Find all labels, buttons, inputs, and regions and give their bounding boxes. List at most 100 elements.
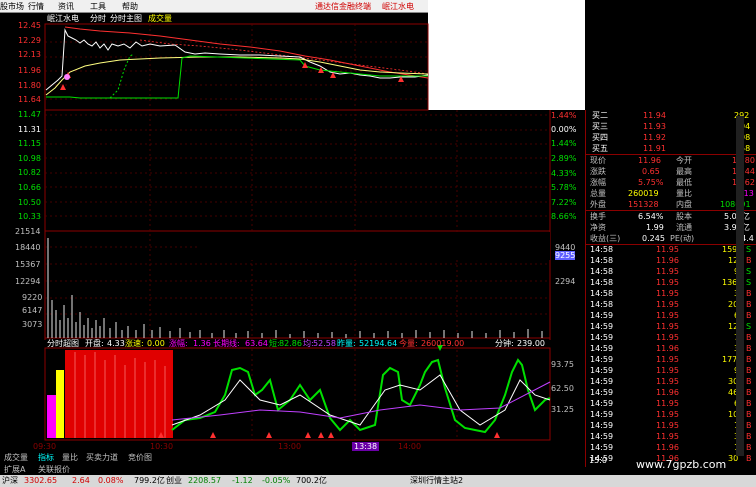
stat-value: 0.245 [642, 234, 665, 243]
volume-tick: 12294 [15, 277, 41, 286]
tick-list-scrollbar[interactable] [736, 116, 744, 456]
tick-price: 11.95 [656, 289, 679, 298]
list-item: 14:5911.961B [586, 442, 756, 453]
tick-side: B [746, 256, 752, 265]
tick-side: B [746, 410, 752, 419]
bid-price: 11.91 [643, 144, 666, 153]
indicator-value: 52.58 [313, 339, 336, 348]
list-item: 14:5811.953B [586, 288, 756, 299]
stat-label: 量比 [676, 189, 692, 198]
price-tick: 10.50 [18, 198, 41, 207]
tick-side: B [746, 443, 752, 452]
bid-label: 买五 [592, 144, 608, 153]
index-value: 2208.57 [188, 476, 222, 485]
time-tick: 14:00 [398, 442, 422, 451]
stat-value: 5.75% [638, 178, 664, 187]
occluding-window [428, 0, 585, 110]
stat-label: 涨跌 [590, 167, 606, 176]
volume-tick: 18440 [15, 243, 41, 252]
volume-tick-right: 2294 [555, 277, 576, 286]
stat-label: 外盘 [590, 200, 606, 209]
tick-price: 11.95 [656, 267, 679, 276]
list-item: 14:5911.956B [586, 310, 756, 321]
indicator-tick: 62.50 [551, 384, 574, 393]
price-tick: 12.13 [18, 50, 41, 59]
tab-indicator[interactable]: 指标 [38, 453, 54, 462]
list-item: 14:58 11.95 20 B [586, 299, 756, 310]
tick-side: B [746, 311, 752, 320]
indicator-tick: 93.75 [551, 360, 574, 369]
pct-tick: 8.66% [551, 212, 577, 221]
tick-price: 11.95 [656, 311, 679, 320]
indicator-value: 1.36 [193, 339, 211, 348]
stat-label: 今开 [676, 156, 692, 165]
indicator-label: 涨速: [125, 339, 144, 348]
indicator-name: 分时超图 [47, 339, 79, 348]
tab-extension-a[interactable]: 扩展A [4, 465, 25, 474]
tick-price: 11.95 [656, 300, 679, 309]
index-label: 创业 [166, 476, 182, 485]
tick-time: 14:59 [590, 377, 614, 386]
tick-price: 11.95 [656, 399, 679, 408]
quote-panel: 买二 11.94 292 买三 11.93 94 买四 11.92 98 买五 … [585, 110, 756, 467]
tick-side: B [746, 289, 752, 298]
stat-label: 流通 [676, 223, 692, 232]
watermark: www.7gpzb.com [636, 458, 727, 471]
list-item: 14:5811.959S [586, 266, 756, 277]
tick-time: 14:59 [590, 355, 614, 364]
list-item: 14:5911.963B [586, 343, 756, 354]
tick-price: 11.95 [656, 377, 679, 386]
list-item: 14:5911.953B [586, 431, 756, 442]
price-tick: 11.47 [18, 110, 41, 119]
tick-volume: 159 [722, 245, 738, 254]
stat-value: 260019 [628, 189, 659, 198]
index-pct: 0.08% [98, 476, 124, 485]
list-item: 14:5911.951B [586, 420, 756, 431]
tick-time: 14:59 [590, 366, 614, 375]
tick-side: B [746, 377, 752, 386]
price-tick: 12.29 [18, 36, 41, 45]
price-tick: 10.98 [18, 154, 41, 163]
indicator-label: 今量: [399, 339, 418, 348]
intraday-chart [44, 0, 585, 441]
pct-tick: 1.44% [551, 139, 577, 148]
time-tick: 09:30 [33, 442, 57, 451]
pct-tick: 1.44% [551, 111, 577, 120]
pct-tick: 5.78% [551, 183, 577, 192]
tick-price: 11.95 [656, 355, 679, 364]
indicator-value: 4.33 [107, 339, 125, 348]
index-pct: -0.05% [262, 476, 291, 485]
tab-volume-ratio[interactable]: 量比 [62, 453, 78, 462]
server-status: 深圳行情主站2 [410, 476, 464, 485]
bid-row: 买三 11.93 94 [586, 121, 756, 132]
indicator-value: 63.64 [245, 339, 268, 348]
indicator-label: 昨量: [337, 339, 356, 348]
tab-buy-sell-force[interactable]: 买卖力道 [86, 453, 118, 462]
stat-label: 收益(三) [590, 234, 621, 243]
status-bar: 沪深 3302.65 2.64 0.08% 799.2亿 创业 2208.57 … [0, 475, 756, 487]
tab-related-quotes[interactable]: 关联报价 [38, 465, 70, 474]
tick-price: 11.95 [656, 322, 679, 331]
list-item: 14:59 11.96 46 B [586, 387, 756, 398]
pct-tick: 7.22% [551, 198, 577, 207]
tab-auction[interactable]: 竞价图 [128, 453, 152, 462]
index-amount: 700.2亿 [296, 476, 327, 485]
tick-side: B [746, 333, 752, 342]
tab-volume-bottom[interactable]: 成交量 [4, 453, 28, 462]
tick-price: 11.95 [656, 245, 679, 254]
tick-side: B [746, 399, 752, 408]
tick-time: 14:59 [590, 410, 614, 419]
stat-label: 总量 [590, 189, 606, 198]
list-item: 14:5911.959B [586, 365, 756, 376]
tick-time: 14:59 [590, 344, 614, 353]
list-item: 14:58 11.95 159 S [586, 244, 756, 255]
price-tick: 10.82 [18, 168, 41, 177]
stat-label: PE(动) [670, 234, 695, 243]
bid-price: 11.94 [643, 111, 666, 120]
price-tick: 11.80 [18, 81, 41, 90]
indicator-value: 260019.00 [421, 339, 465, 348]
price-tick: 11.64 [18, 95, 41, 104]
stat-value: 151328 [628, 200, 659, 209]
index-change: -1.12 [232, 476, 253, 485]
tick-time: 14:58 [590, 267, 614, 276]
